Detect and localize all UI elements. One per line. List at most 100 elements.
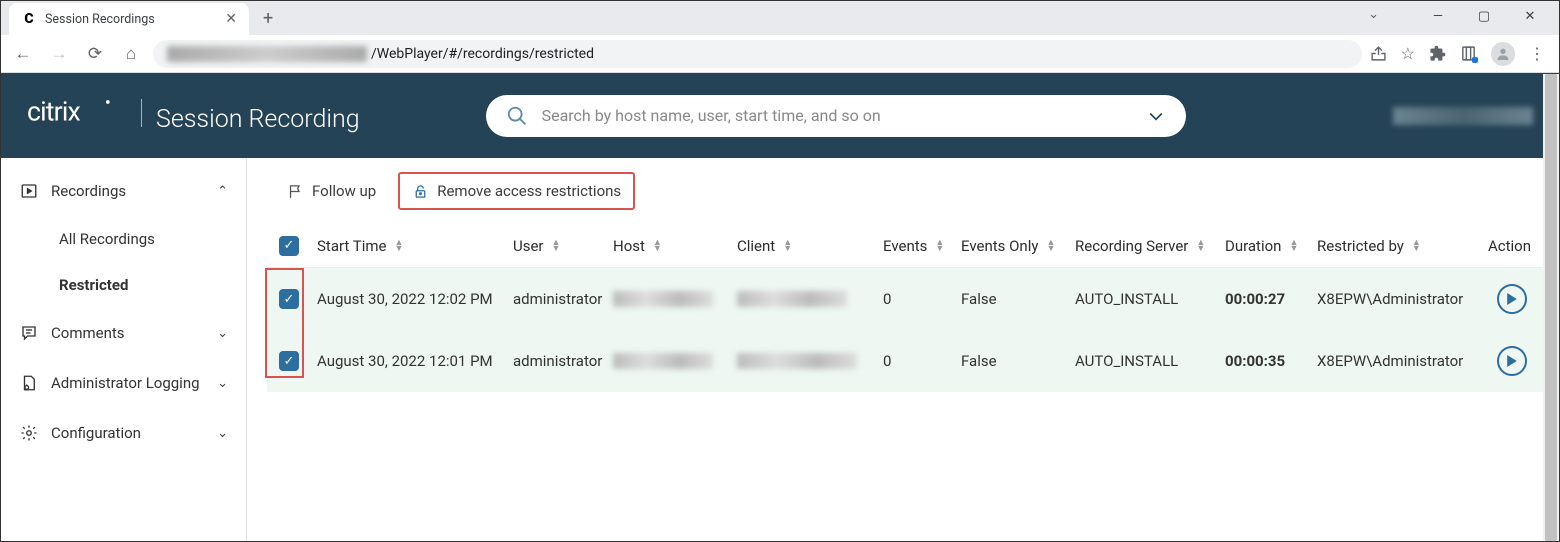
sidebar-label: Comments (51, 324, 125, 342)
tab-title: Session Recordings (45, 12, 217, 27)
close-tab-icon[interactable]: ✕ (225, 11, 237, 27)
cell-start-time: August 30, 2022 12:02 PM (311, 290, 507, 308)
chevron-down-icon: ⌄ (217, 376, 228, 391)
select-all-checkbox[interactable]: ✓ (279, 236, 299, 256)
th-recording-server[interactable]: Recording Server▲▼ (1069, 237, 1219, 255)
sidebar-item-admin-logging[interactable]: Administrator Logging ⌄ (1, 358, 246, 408)
recordings-table: ✓ Start Time▲▼ User▲▼ Host▲▼ Client▲▼ Ev… (267, 224, 1543, 392)
close-window-icon[interactable]: ✕ (1507, 1, 1553, 31)
comment-icon (19, 324, 39, 342)
search-icon (506, 105, 528, 127)
search-input[interactable] (542, 106, 1132, 125)
sidebar-item-restricted[interactable]: Restricted (1, 262, 246, 308)
th-start-time[interactable]: Start Time▲▼ (311, 237, 507, 255)
cell-events: 0 (877, 290, 955, 308)
sort-icon: ▲▼ (1046, 240, 1055, 252)
new-tab-button[interactable]: + (249, 8, 287, 29)
cell-user: administrator (507, 352, 607, 370)
sort-icon: ▲▼ (653, 240, 662, 252)
cell-restricted-by: X8EPW\Administrator (1311, 290, 1467, 308)
sidebar-item-configuration[interactable]: Configuration ⌄ (1, 408, 246, 458)
remove-restrictions-button[interactable]: Remove access restrictions (398, 172, 635, 210)
flag-icon (287, 183, 304, 200)
action-label: Follow up (312, 182, 376, 200)
url-host-redacted: xxxxx (167, 46, 367, 62)
page-scrollbar-track[interactable] (1543, 74, 1559, 541)
th-action: Action (1481, 237, 1543, 255)
profile-icon[interactable] (1491, 42, 1515, 66)
cell-duration: 00:00:27 (1219, 290, 1311, 308)
chevron-down-icon: ⌄ (217, 426, 228, 441)
follow-up-button[interactable]: Follow up (277, 176, 386, 206)
table-body: ✓ August 30, 2022 12:02 PM administrator… (267, 268, 1543, 392)
chevron-down-icon: ⌄ (217, 326, 228, 341)
th-events[interactable]: Events▲▼ (877, 237, 955, 255)
forward-icon[interactable]: → (45, 40, 73, 68)
citrix-logo-icon: citrix (27, 97, 127, 127)
gear-icon (19, 424, 39, 442)
sidebar-sublabel: Restricted (59, 276, 128, 294)
sidebar-item-all-recordings[interactable]: All Recordings (1, 216, 246, 262)
home-icon[interactable]: ⌂ (117, 40, 145, 68)
action-bar: Follow up Remove access restrictions (247, 158, 1559, 220)
share-icon[interactable] (1370, 45, 1387, 62)
cell-events-only: False (955, 352, 1069, 370)
chevron-down-icon[interactable] (1146, 106, 1166, 126)
product-name: Session Recording (156, 105, 360, 134)
app: citrix Session Recording (1, 73, 1559, 541)
svg-text:citrix: citrix (27, 97, 81, 127)
sidebar-label: Recordings (51, 182, 126, 200)
play-button[interactable] (1497, 346, 1527, 376)
play-button[interactable] (1497, 284, 1527, 314)
select-all-cell: ✓ (267, 236, 311, 256)
cell-client-redacted (731, 353, 877, 369)
maximize-icon[interactable]: ▢ (1461, 1, 1507, 31)
tab-strip: C Session Recordings ✕ + ⌄ — ▢ ✕ (1, 1, 1559, 35)
cell-events-only: False (955, 290, 1069, 308)
header-user-redacted (1393, 107, 1533, 125)
address-bar[interactable]: xxxxx /WebPlayer/#/recordings/restricted (153, 40, 1362, 68)
extensions-icon[interactable] (1429, 45, 1446, 62)
table-header: ✓ Start Time▲▼ User▲▼ Host▲▼ Client▲▼ Ev… (267, 224, 1543, 268)
browser-tab[interactable]: C Session Recordings ✕ (9, 3, 249, 35)
sort-icon: ▲▼ (552, 240, 561, 252)
search-bar[interactable] (486, 95, 1186, 137)
table-row: ✓ August 30, 2022 12:02 PM administrator… (267, 268, 1543, 330)
cell-events: 0 (877, 352, 955, 370)
bookmark-icon[interactable]: ☆ (1401, 44, 1415, 63)
sidebar-item-comments[interactable]: Comments ⌄ (1, 308, 246, 358)
th-duration[interactable]: Duration▲▼ (1219, 237, 1311, 255)
cell-host-redacted (607, 353, 731, 369)
reader-icon[interactable] (1460, 45, 1477, 62)
row-checkbox[interactable]: ✓ (279, 289, 299, 309)
th-user[interactable]: User▲▼ (507, 237, 607, 255)
reload-icon[interactable]: ⟳ (81, 40, 109, 68)
cell-host-redacted (607, 291, 731, 307)
cell-user: administrator (507, 290, 607, 308)
th-host[interactable]: Host▲▼ (607, 237, 731, 255)
brand-logo: citrix (27, 97, 127, 127)
sort-icon: ▲▼ (1412, 240, 1421, 252)
page-scrollbar-thumb[interactable] (1545, 74, 1557, 541)
toolbar-right: ☆ ⋮ (1370, 42, 1551, 66)
row-checkbox[interactable]: ✓ (279, 351, 299, 371)
window-controls: — ▢ ✕ (1415, 1, 1553, 31)
brand: citrix Session Recording (27, 97, 360, 134)
favicon-icon: C (21, 11, 37, 27)
th-events-only[interactable]: Events Only▲▼ (955, 237, 1069, 255)
cell-recording-server: AUTO_INSTALL (1069, 290, 1219, 308)
sort-icon: ▲▼ (935, 240, 944, 252)
th-client[interactable]: Client▲▼ (731, 237, 877, 255)
th-restricted-by[interactable]: Restricted by▲▼ (1311, 237, 1467, 255)
unlock-icon (412, 183, 429, 200)
log-icon (19, 374, 39, 392)
sidebar-item-recordings[interactable]: Recordings ⌃ (1, 166, 246, 216)
sidebar: Recordings ⌃ All Recordings Restricted C… (1, 158, 247, 541)
kebab-menu-icon[interactable]: ⋮ (1529, 44, 1545, 63)
back-icon[interactable]: ← (9, 40, 37, 68)
sidebar-label: Administrator Logging (51, 374, 200, 392)
tab-list-dropdown-icon[interactable]: ⌄ (1368, 7, 1379, 22)
sidebar-sublabel: All Recordings (59, 230, 155, 248)
minimize-icon[interactable]: — (1415, 1, 1461, 31)
sort-icon: ▲▼ (1196, 240, 1205, 252)
